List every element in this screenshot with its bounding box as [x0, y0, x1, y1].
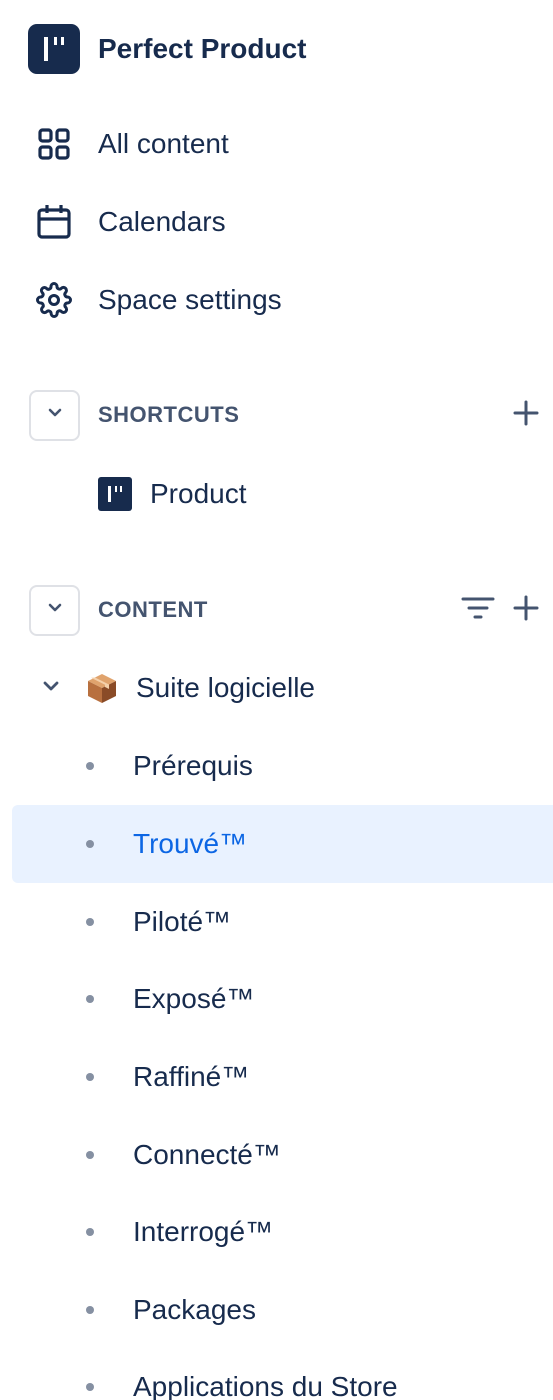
shortcut-item-product[interactable]: Product: [98, 472, 247, 516]
tree-item-label: Trouvé™: [133, 828, 248, 859]
tree-item[interactable]: Interrogé™: [12, 1193, 553, 1271]
nav-label: Calendars: [98, 206, 226, 237]
tree-item-label: Exposé™: [133, 983, 255, 1014]
nav-all-content[interactable]: All content: [36, 119, 229, 169]
calendar-icon: [36, 204, 72, 240]
filter-content-button[interactable]: [461, 593, 495, 627]
bullet-icon: [86, 1228, 94, 1236]
shortcuts-title: SHORTCUTS: [98, 402, 240, 427]
shortcuts-section-header: SHORTCUTS: [29, 389, 549, 441]
tree-item-label: Raffiné™: [133, 1061, 250, 1092]
nav-space-settings[interactable]: Space settings: [36, 275, 282, 325]
add-shortcut-button[interactable]: [509, 398, 543, 432]
chevron-down-icon: [47, 601, 63, 619]
tree-item[interactable]: Prérequis: [12, 727, 553, 805]
package-icon: [86, 672, 118, 704]
chevron-down-icon: [47, 406, 63, 424]
bullet-icon: [86, 1306, 94, 1314]
bullet-icon: [86, 762, 94, 770]
chevron-down-icon[interactable]: [40, 678, 62, 699]
bullet-icon: [86, 918, 94, 926]
tree-item-selected[interactable]: Trouvé™: [12, 805, 553, 883]
add-content-button[interactable]: [509, 593, 543, 627]
nav-calendars[interactable]: Calendars: [36, 197, 226, 247]
tree-item-label: Piloté™: [133, 906, 232, 937]
space-header[interactable]: Perfect Product: [28, 24, 307, 74]
plus-icon: [512, 594, 540, 627]
content-title: CONTENT: [98, 597, 208, 622]
space-title: Perfect Product: [98, 33, 307, 64]
bullet-icon: [86, 840, 94, 848]
bullet-icon: [86, 995, 94, 1003]
tree-item[interactable]: Applications du Store: [12, 1348, 553, 1400]
tree-item[interactable]: Piloté™: [12, 883, 553, 961]
shortcuts-collapse-button[interactable]: [29, 389, 80, 441]
grid-icon: [36, 126, 72, 162]
shortcut-label: Product: [150, 478, 247, 509]
tree-item-label: Packages: [133, 1294, 256, 1325]
bullet-icon: [86, 1383, 94, 1391]
content-section-header: CONTENT: [29, 584, 549, 636]
tree-item-label: Connecté™: [133, 1139, 281, 1170]
tree-item[interactable]: Packages: [12, 1271, 553, 1349]
bullet-icon: [86, 1151, 94, 1159]
bullet-icon: [86, 1073, 94, 1081]
nav-label: All content: [98, 128, 229, 159]
tree-item-label: Suite logicielle: [136, 672, 315, 703]
gear-icon: [36, 282, 72, 318]
tree-item-label: Prérequis: [133, 750, 253, 781]
nav-label: Space settings: [98, 284, 282, 315]
content-collapse-button[interactable]: [29, 584, 80, 636]
space-logo-icon: [98, 477, 132, 511]
plus-icon: [512, 399, 540, 432]
tree-item-label: Interrogé™: [133, 1216, 274, 1247]
space-logo-icon: [28, 24, 80, 74]
space-sidebar: Perfect Product All content Calendars Sp…: [0, 0, 553, 1400]
filter-icon: [461, 595, 495, 626]
tree-item[interactable]: Raffiné™: [12, 1038, 553, 1116]
tree-item-suite-logicielle[interactable]: Suite logicielle: [40, 663, 315, 713]
tree-item-label: Applications du Store: [133, 1371, 398, 1400]
tree-item[interactable]: Exposé™: [12, 960, 553, 1038]
tree-item[interactable]: Connecté™: [12, 1116, 553, 1194]
